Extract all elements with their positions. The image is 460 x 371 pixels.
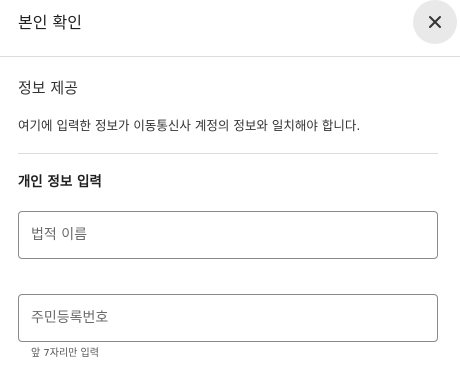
legal-name-input[interactable] xyxy=(19,212,437,258)
divider xyxy=(18,153,438,154)
dialog-title: 본인 확인 xyxy=(18,13,82,32)
legal-name-field[interactable] xyxy=(18,211,438,259)
rrn-input[interactable] xyxy=(19,295,437,341)
close-icon xyxy=(429,16,441,28)
section-title: 정보 제공 xyxy=(18,79,78,97)
dialog-header: 본인 확인 xyxy=(0,0,460,57)
rrn-helper-text: 앞 7자리만 입력 xyxy=(31,348,99,359)
personal-info-label: 개인 정보 입력 xyxy=(18,174,102,190)
section-description: 여기에 입력한 정보가 이동통신사 계정의 정보와 일치해야 합니다. xyxy=(18,118,361,133)
close-button[interactable] xyxy=(413,0,457,44)
rrn-field[interactable] xyxy=(18,294,438,342)
